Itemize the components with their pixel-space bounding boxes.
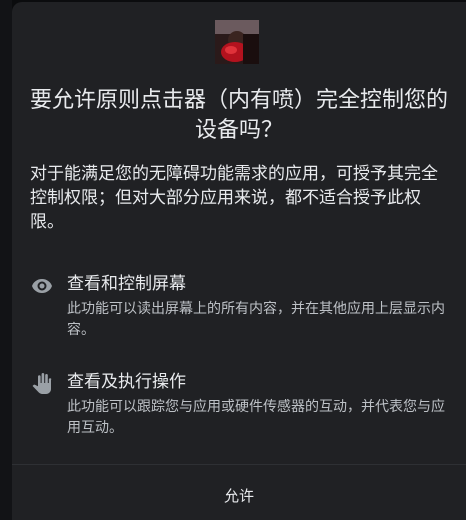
accessibility-permission-dialog: 要允许原则点击器（内有喷）完全控制您的设备吗？ 对于能满足您的无障碍功能需求的应… (12, 2, 466, 520)
background-app-strip (0, 0, 12, 520)
allow-button[interactable]: 允许 (12, 472, 466, 520)
app-icon (215, 20, 259, 64)
permission-title: 查看和控制屏幕 (67, 274, 186, 294)
eye-icon (30, 274, 54, 298)
dialog-description: 对于能满足您的无障碍功能需求的应用，可授予其完全控制权限；但对大部分应用来说，都… (30, 164, 438, 232)
hand-icon (30, 372, 54, 396)
permission-description: 此功能可以跟踪您与应用或硬件传感器的互动，并代表您与应用互动。 (67, 399, 445, 436)
divider (12, 464, 466, 465)
permission-description: 此功能可以读出屏幕上的所有内容，并在其他应用上层显示内容。 (67, 301, 445, 338)
dialog-title: 要允许原则点击器（内有喷）完全控制您的设备吗？ (29, 88, 448, 143)
permission-title: 查看及执行操作 (67, 372, 186, 392)
